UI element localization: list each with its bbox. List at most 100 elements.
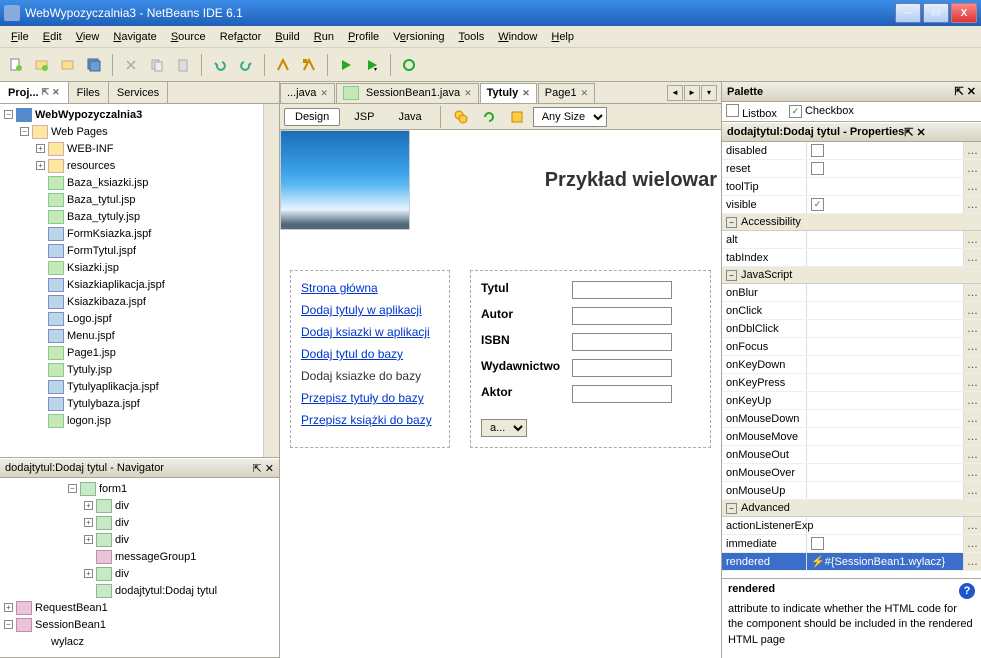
close-icon[interactable]: ✕ <box>52 87 60 98</box>
tree-item[interactable]: Ksiazkiaplikacja.jspf <box>2 276 277 293</box>
tab-projects[interactable]: Proj... ⇱ ✕ <box>0 82 69 103</box>
property-row[interactable]: onKeyPress… <box>722 374 981 392</box>
property-row[interactable]: onMouseUp… <box>722 482 981 500</box>
property-row[interactable]: onKeyUp… <box>722 392 981 410</box>
tree-item[interactable]: FormKsiazka.jspf <box>2 225 277 242</box>
menu-profile[interactable]: Profile <box>341 29 386 45</box>
tree-item[interactable]: Ksiazkibaza.jspf <box>2 293 277 310</box>
menu-refactor[interactable]: Refactor <box>213 29 269 45</box>
close-icon[interactable]: ✕ <box>917 126 926 139</box>
property-row[interactable]: onDblClick… <box>722 320 981 338</box>
form-input[interactable] <box>572 333 672 351</box>
tab-files[interactable]: Files <box>69 82 109 103</box>
pin-icon[interactable]: ⇱ <box>904 126 913 139</box>
nav-link[interactable]: Dodaj ksiazki w aplikacji <box>301 325 439 339</box>
debug-button[interactable]: ▾ <box>360 53 384 77</box>
scrollbar[interactable] <box>263 104 279 457</box>
property-row[interactable]: tabIndex… <box>722 249 981 267</box>
property-row[interactable]: onKeyDown… <box>722 356 981 374</box>
menu-help[interactable]: Help <box>544 29 581 45</box>
tree-item[interactable]: +div <box>2 514 277 531</box>
design-view-button[interactable]: Design <box>284 108 340 126</box>
palette-body[interactable]: Listbox ✓ Checkbox <box>722 102 981 122</box>
tab-tytuly[interactable]: Tytuly✕ <box>480 83 537 103</box>
tree-item[interactable]: +RequestBean1 <box>2 599 277 616</box>
tree-item[interactable]: −form1 <box>2 480 277 497</box>
build-button[interactable] <box>271 53 295 77</box>
tree-item[interactable]: −Web Pages <box>2 123 277 140</box>
menu-tools[interactable]: Tools <box>452 29 492 45</box>
property-group[interactable]: −JavaScript <box>722 267 981 284</box>
menu-window[interactable]: Window <box>491 29 544 45</box>
tree-item[interactable]: +div <box>2 497 277 514</box>
tree-item[interactable]: Page1.jsp <box>2 344 277 361</box>
tab-sessionbean[interactable]: SessionBean1.java✕ <box>336 83 479 103</box>
new-file-button[interactable] <box>4 53 28 77</box>
tree-item[interactable]: Menu.jspf <box>2 327 277 344</box>
tab-java[interactable]: ...java✕ <box>280 83 335 103</box>
close-icon[interactable]: ✕ <box>265 462 274 475</box>
form-select[interactable]: a... <box>481 419 527 437</box>
form-input[interactable] <box>572 385 672 403</box>
property-row[interactable]: onMouseDown… <box>722 410 981 428</box>
save-all-button[interactable] <box>82 53 106 77</box>
tree-item[interactable]: Baza_tytul.jsp <box>2 191 277 208</box>
property-row[interactable]: onFocus… <box>722 338 981 356</box>
preview-button[interactable] <box>449 105 473 129</box>
size-selector[interactable]: Any Size <box>533 107 607 127</box>
maximize-button[interactable]: ▭ <box>923 3 949 23</box>
tree-item[interactable]: Tytuly.jsp <box>2 361 277 378</box>
minimize-button[interactable]: ─ <box>895 3 921 23</box>
tree-item[interactable]: +div <box>2 531 277 548</box>
pin-icon[interactable]: ⇱ <box>253 462 262 475</box>
nav-link[interactable]: Dodaj ksiazke do bazy <box>301 369 439 383</box>
property-row[interactable]: onMouseOut… <box>722 446 981 464</box>
scroll-left-button[interactable]: ◄ <box>667 85 683 101</box>
menu-build[interactable]: Build <box>268 29 306 45</box>
form-input[interactable] <box>572 307 672 325</box>
tree-item[interactable]: Tytulyaplikacja.jspf <box>2 378 277 395</box>
nav-link[interactable]: Dodaj tytul do bazy <box>301 347 439 361</box>
refresh-button[interactable] <box>477 105 501 129</box>
pin-icon[interactable]: ⇱ <box>955 85 964 98</box>
tree-item[interactable]: messageGroup1 <box>2 548 277 565</box>
tree-item[interactable]: −WebWypozyczalnia3 <box>2 106 277 123</box>
property-row[interactable]: onMouseOver… <box>722 464 981 482</box>
tab-page1[interactable]: Page1✕ <box>538 83 595 103</box>
property-row[interactable]: reset… <box>722 160 981 178</box>
cut-button[interactable] <box>119 53 143 77</box>
close-icon[interactable]: ✕ <box>967 85 976 98</box>
property-group[interactable]: −Advanced <box>722 500 981 517</box>
jsp-view-button[interactable]: JSP <box>344 109 384 125</box>
menu-file[interactable]: File <box>4 29 36 45</box>
java-view-button[interactable]: Java <box>388 109 431 125</box>
tree-item[interactable]: +div <box>2 565 277 582</box>
tree-item[interactable]: Logo.jspf <box>2 310 277 327</box>
tree-item[interactable]: Baza_ksiazki.jsp <box>2 174 277 191</box>
form-input[interactable] <box>572 281 672 299</box>
design-canvas[interactable]: Przykład wielowar Strona głównaDodaj tyt… <box>280 130 721 658</box>
property-row[interactable]: disabled… <box>722 142 981 160</box>
properties-table[interactable]: disabled…reset…toolTip…visible✓…−Accessi… <box>722 142 981 578</box>
navigator-panel[interactable]: −form1+div+div+divmessageGroup1+divdodaj… <box>0 478 279 658</box>
nav-link[interactable]: Strona główna <box>301 281 439 295</box>
profile-button[interactable] <box>397 53 421 77</box>
run-button[interactable] <box>334 53 358 77</box>
property-row[interactable]: onMouseMove… <box>722 428 981 446</box>
property-row[interactable]: alt… <box>722 231 981 249</box>
tree-item[interactable]: Baza_tytuly.jsp <box>2 208 277 225</box>
help-icon[interactable]: ? <box>959 583 975 599</box>
tree-item[interactable]: +resources <box>2 157 277 174</box>
pin-icon[interactable]: ⇱ <box>42 87 50 98</box>
undo-button[interactable] <box>208 53 232 77</box>
tree-item[interactable]: FormTytul.jspf <box>2 242 277 259</box>
property-row[interactable]: onClick… <box>722 302 981 320</box>
dropdown-button[interactable]: ▾ <box>701 85 717 101</box>
copy-button[interactable] <box>145 53 169 77</box>
menu-view[interactable]: View <box>69 29 107 45</box>
nav-link[interactable]: Dodaj tytuly w aplikacji <box>301 303 439 317</box>
paste-button[interactable] <box>171 53 195 77</box>
tab-services[interactable]: Services <box>109 82 168 103</box>
new-project-button[interactable] <box>30 53 54 77</box>
tree-item[interactable]: wylacz <box>2 633 277 650</box>
